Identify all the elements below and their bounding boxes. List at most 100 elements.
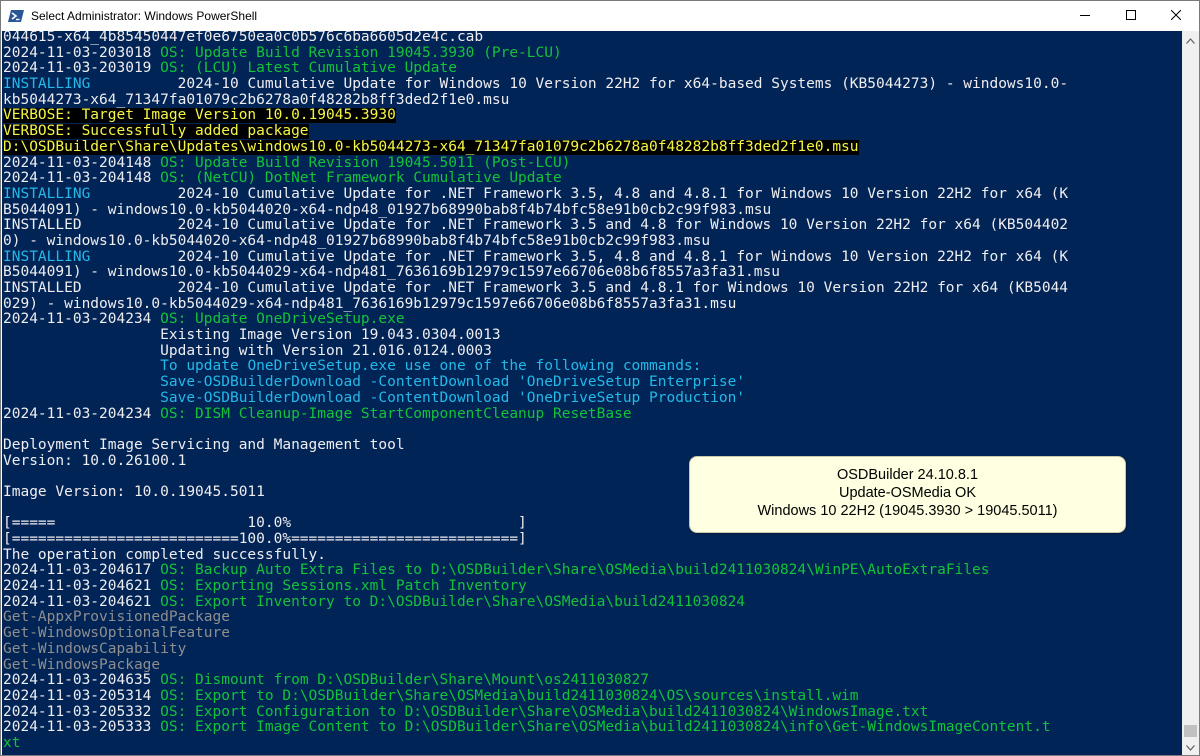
minimize-icon <box>1080 7 1090 25</box>
console-line: D:\OSDBuilder\Share\Updates\windows10.0-… <box>3 139 1182 156</box>
scroll-down-button[interactable] <box>1182 738 1199 755</box>
console-line: Get-AppxProvisionedPackage <box>3 610 1182 626</box>
console-text: Updating with Version 21.016.0124.0003 <box>3 343 492 359</box>
console-text: VERBOSE: Successfully added package <box>3 124 309 140</box>
console-line: The operation completed successfully. <box>3 548 1182 564</box>
console-text: OS: Export to D:\OSDBuilder\Share\OSMedi… <box>160 688 859 704</box>
console-text: 2024-11-03-205332 <box>3 704 161 720</box>
console-text: OS: Dismount from D:\OSDBuilder\Share\Mo… <box>160 673 650 689</box>
console-line: INSTALLING 2024-10 Cumulative Update for… <box>3 250 1182 266</box>
notification-detail: Windows 10 22H2 (19045.3930 > 19045.5011… <box>757 503 1058 519</box>
console-text: D:\OSDBuilder\Share\Updates\windows10.0-… <box>3 139 859 155</box>
title-bar[interactable]: Select Administrator: Windows PowerShell <box>1 1 1199 31</box>
console-text: 2024-10 Cumulative Update for Windows 10… <box>177 77 1069 93</box>
console-line: 2024-11-03-204234 OS: DISM Cleanup-Image… <box>3 407 1182 423</box>
console-text: Get-WindowsOptionalFeature <box>3 626 230 642</box>
console-text: OS: Backup Auto Extra Files to D:\OSDBui… <box>160 563 990 579</box>
notification-balloon[interactable]: OSDBuilder 24.10.8.1 Update-OSMedia OK W… <box>689 456 1126 533</box>
vertical-scrollbar[interactable] <box>1182 31 1199 755</box>
console-text: Save-OSDBuilderDownload -ContentDownload… <box>160 375 746 391</box>
console-text: OS: Update OneDriveSetup.exe <box>160 312 405 328</box>
console-text: 0) - windows10.0-kb5044020-x64-ndp48_019… <box>3 233 711 249</box>
console-text: 2024-11-03-203018 <box>3 45 161 61</box>
notification-status: Update-OSMedia OK <box>838 485 976 501</box>
console-text: 2024-11-03-204621 <box>3 579 161 595</box>
powershell-icon <box>8 8 24 24</box>
console-line: kb5044273-x64_71347fa01079c2b6278a0f4828… <box>3 93 1182 109</box>
console-text: Save-OSDBuilderDownload -ContentDownload… <box>160 390 746 406</box>
console-text: [===== 10.0% ] <box>3 516 527 532</box>
console-text: Get-WindowsPackage <box>3 657 161 673</box>
console-text: OS: Update Build Revision 19045.3930 (Pr… <box>160 45 562 61</box>
console-text: 2024-11-03-205314 <box>3 688 161 704</box>
console-text: 2024-11-03-203019 <box>3 61 161 77</box>
console-line: 2024-11-03-203019 OS: (LCU) Latest Cumul… <box>3 61 1182 77</box>
console-line: 2024-11-03-204635 OS: Dismount from D:\O… <box>3 673 1182 689</box>
console-line: 2024-11-03-204148 OS: Update Build Revis… <box>3 156 1182 172</box>
console-lines: 044615-x64_4b85450447ef0e6750ea0c0b576c6… <box>3 31 1182 752</box>
console-line: 2024-11-03-204234 OS: Update OneDriveSet… <box>3 312 1182 328</box>
chevron-up-icon <box>1186 31 1195 49</box>
console-line: 2024-11-03-204148 OS: (NetCU) DotNet Fra… <box>3 171 1182 187</box>
scrollbar-thumb[interactable] <box>1184 725 1197 737</box>
console-line: INSTALLING 2024-10 Cumulative Update for… <box>3 187 1182 203</box>
console-text: 2024-11-03-204621 <box>3 594 161 610</box>
powershell-window: Select Administrator: Windows PowerShell… <box>0 0 1200 756</box>
console-text: Image Version: 10.0.19045.5011 <box>3 484 265 500</box>
console-line: Save-OSDBuilderDownload -ContentDownload… <box>3 391 1182 407</box>
close-icon <box>1170 7 1182 25</box>
console-line: Updating with Version 21.016.0124.0003 <box>3 344 1182 360</box>
console-text: xt <box>3 735 21 751</box>
console-text: [==========================100.0%=======… <box>3 532 527 547</box>
console-text: OS: Export Image Content to D:\OSDBuilde… <box>160 720 1051 736</box>
console-line: 044615-x64_4b85450447ef0e6750ea0c0b576c6… <box>3 31 1182 46</box>
console-text: INSTALLING <box>3 77 178 93</box>
console-line: 2024-11-03-204621 OS: Exporting Sessions… <box>3 579 1182 595</box>
console-text: Get-WindowsCapability <box>3 641 187 657</box>
console-line: INSTALLING 2024-10 Cumulative Update for… <box>3 77 1182 93</box>
console-text: 2024-11-03-204234 <box>3 406 161 422</box>
console-text: OS: Exporting Sessions.xml Patch Invento… <box>160 579 527 595</box>
console-text: 2024-11-03-204148 <box>3 155 161 171</box>
chevron-down-icon <box>1186 738 1195 756</box>
console-line: 0) - windows10.0-kb5044020-x64-ndp48_019… <box>3 234 1182 250</box>
console-text: B5044091) - windows10.0-kb5044020-x64-nd… <box>3 202 772 218</box>
close-button[interactable] <box>1153 1 1199 31</box>
console-line: 2024-11-03-203018 OS: Update Build Revis… <box>3 46 1182 62</box>
console-text: 044615-x64_4b85450447ef0e6750ea0c0b576c6… <box>3 31 484 45</box>
window-title: Select Administrator: Windows PowerShell <box>31 9 258 23</box>
console-text: 029) - windows10.0-kb5044029-x64-ndp481_… <box>3 296 737 312</box>
console-line: 2024-11-03-205314 OS: Export to D:\OSDBu… <box>3 689 1182 705</box>
console-text: INSTALLED 2024-10 Cumulative Update for … <box>3 281 1069 296</box>
console-line: 029) - windows10.0-kb5044029-x64-ndp481_… <box>3 297 1182 313</box>
console-text: VERBOSE: Target Image Version 10.0.19045… <box>3 108 396 124</box>
console-text: Existing Image Version 19.043.0304.0013 <box>3 328 501 344</box>
console-line: Existing Image Version 19.043.0304.0013 <box>3 328 1182 344</box>
console-text: OS: (LCU) Latest Cumulative Update <box>160 61 457 77</box>
scroll-up-button[interactable] <box>1182 31 1199 48</box>
console-line: Get-WindowsOptionalFeature <box>3 626 1182 642</box>
minimize-button[interactable] <box>1062 1 1108 31</box>
console-line: 2024-11-03-205333 OS: Export Image Conte… <box>3 720 1182 736</box>
console-text: INSTALLING <box>3 186 178 202</box>
console-text: Get-AppxProvisionedPackage <box>3 610 230 626</box>
console-output[interactable]: 044615-x64_4b85450447ef0e6750ea0c0b576c6… <box>2 31 1182 755</box>
console-text: To update OneDriveSetup.exe use one of t… <box>160 359 702 375</box>
console-text: 2024-11-03-204148 <box>3 171 161 187</box>
console-line: xt <box>3 736 1182 752</box>
console-line: 2024-11-03-204617 OS: Backup Auto Extra … <box>3 563 1182 579</box>
maximize-icon <box>1126 7 1136 25</box>
console-text: The operation completed successfully. <box>3 547 327 563</box>
maximize-button[interactable] <box>1108 1 1154 31</box>
console-text: INSTALLING <box>3 249 178 265</box>
console-text: 2024-11-03-205333 <box>3 720 161 736</box>
console-text: kb5044273-x64_71347fa01079c2b6278a0f4828… <box>3 92 510 108</box>
console-line: INSTALLED 2024-10 Cumulative Update for … <box>3 218 1182 234</box>
console-text: Version: 10.0.26100.1 <box>3 453 187 469</box>
console-text: Deployment Image Servicing and Managemen… <box>3 437 405 453</box>
console-text: 2024-11-03-204635 <box>3 673 161 689</box>
console-text: B5044091) - windows10.0-kb5044029-x64-nd… <box>3 265 780 281</box>
console-line: VERBOSE: Target Image Version 10.0.19045… <box>3 108 1182 124</box>
